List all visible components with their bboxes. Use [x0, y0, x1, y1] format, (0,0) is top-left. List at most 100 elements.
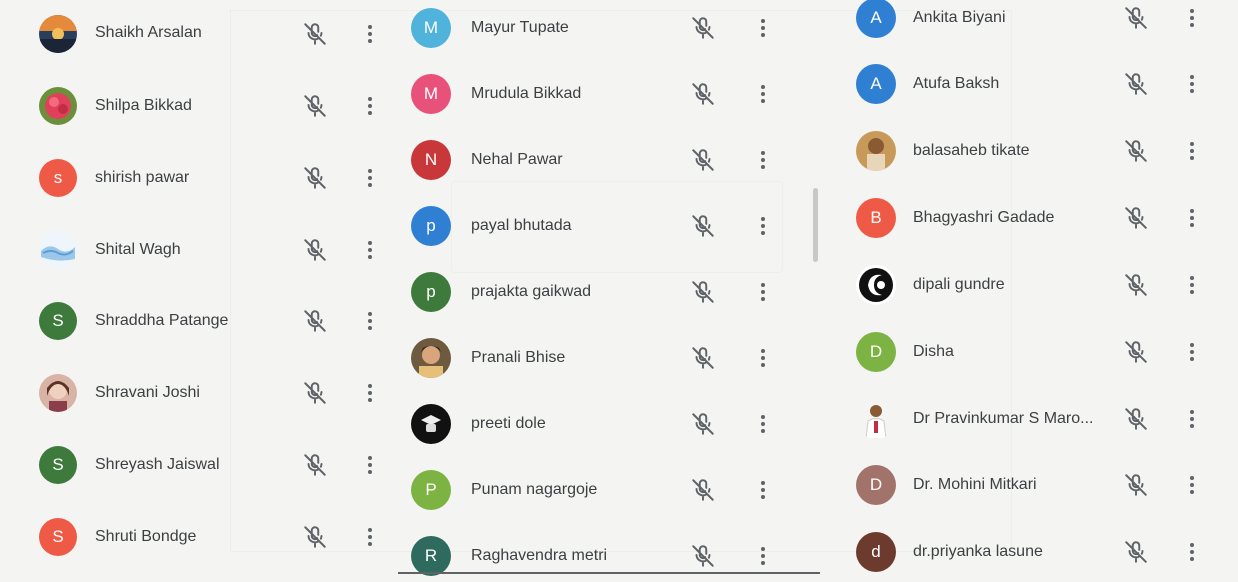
more-options-icon[interactable]	[757, 214, 769, 238]
participant-row[interactable]: Shravani Joshi	[0, 367, 395, 419]
participant-row[interactable]: d dr.priyanka lasune	[845, 526, 1238, 578]
participant-row[interactable]: Dr Pravinkumar S Maro...	[845, 393, 1238, 445]
participant-name: Shital Wagh	[95, 241, 181, 258]
mic-off-icon[interactable]	[302, 21, 328, 47]
participant-name: Shreyash Jaiswal	[95, 456, 220, 473]
participant-row[interactable]: P Punam nagargoje	[400, 464, 820, 516]
more-options-icon[interactable]	[757, 82, 769, 106]
mic-off-icon[interactable]	[1123, 339, 1149, 365]
participant-row[interactable]: S Shraddha Patange	[0, 295, 395, 347]
participant-row[interactable]: M Mayur Tupate	[400, 2, 820, 54]
mic-off-icon[interactable]	[1123, 71, 1149, 97]
more-options-icon[interactable]	[364, 525, 376, 549]
more-options-icon[interactable]	[364, 238, 376, 262]
participant-row[interactable]: D Dr. Mohini Mitkari	[845, 459, 1238, 511]
more-options-icon[interactable]	[757, 346, 769, 370]
mic-off-icon[interactable]	[690, 81, 716, 107]
participant-row[interactable]: A Atufa Baksh	[845, 58, 1238, 110]
avatar: M	[411, 74, 451, 114]
more-options-icon[interactable]	[1186, 206, 1198, 230]
more-options-icon[interactable]	[757, 478, 769, 502]
more-options-icon[interactable]	[1186, 407, 1198, 431]
participant-row[interactable]: preeti dole	[400, 398, 820, 450]
more-options-icon[interactable]	[1186, 72, 1198, 96]
participant-row[interactable]: Shital Wagh	[0, 224, 395, 276]
more-options-icon[interactable]	[1186, 6, 1198, 30]
mic-off-icon[interactable]	[1123, 138, 1149, 164]
avatar: M	[411, 8, 451, 48]
avatar: S	[39, 518, 77, 556]
more-options-icon[interactable]	[1186, 340, 1198, 364]
participant-row[interactable]: balasaheb tikate	[845, 125, 1238, 177]
participant-name: Ankita Biyani	[913, 9, 1006, 26]
mic-off-icon[interactable]	[690, 543, 716, 569]
mic-off-icon[interactable]	[302, 380, 328, 406]
mic-off-icon[interactable]	[1123, 472, 1149, 498]
participant-row[interactable]: S Shreyash Jaiswal	[0, 439, 395, 491]
mic-off-icon[interactable]	[1123, 5, 1149, 31]
participant-row[interactable]: R Raghavendra metri	[400, 530, 820, 582]
participant-row[interactable]: M Mrudula Bikkad	[400, 68, 820, 120]
participant-name: Shraddha Patange	[95, 312, 229, 329]
participant-row[interactable]: S Shruti Bondge	[0, 511, 395, 563]
more-options-icon[interactable]	[364, 22, 376, 46]
mic-off-icon[interactable]	[690, 15, 716, 41]
mic-off-icon[interactable]	[302, 308, 328, 334]
mic-off-icon[interactable]	[690, 345, 716, 371]
avatar: D	[856, 332, 896, 372]
mic-off-icon[interactable]	[302, 524, 328, 550]
more-options-icon[interactable]	[364, 309, 376, 333]
mic-off-icon[interactable]	[302, 237, 328, 263]
participant-name: Disha	[913, 343, 954, 360]
participant-name: balasaheb tikate	[913, 142, 1030, 159]
participant-row[interactable]: p prajakta gaikwad	[400, 266, 820, 318]
avatar	[856, 265, 896, 305]
avatar: D	[856, 465, 896, 505]
mic-off-icon[interactable]	[1123, 539, 1149, 565]
more-options-icon[interactable]	[364, 166, 376, 190]
participant-row[interactable]: Pranali Bhise	[400, 332, 820, 384]
more-options-icon[interactable]	[1186, 473, 1198, 497]
participant-name: Mayur Tupate	[471, 19, 569, 36]
avatar	[856, 131, 896, 171]
avatar: S	[39, 302, 77, 340]
mic-off-icon[interactable]	[302, 93, 328, 119]
more-options-icon[interactable]	[1186, 273, 1198, 297]
more-options-icon[interactable]	[364, 94, 376, 118]
participant-row[interactable]: B Bhagyashri Gadade	[845, 192, 1238, 244]
more-options-icon[interactable]	[364, 381, 376, 405]
more-options-icon[interactable]	[757, 544, 769, 568]
participant-row[interactable]: D Disha	[845, 326, 1238, 378]
more-options-icon[interactable]	[1186, 139, 1198, 163]
more-options-icon[interactable]	[757, 412, 769, 436]
mic-off-icon[interactable]	[1123, 406, 1149, 432]
mic-off-icon[interactable]	[302, 452, 328, 478]
scrollbar-thumb[interactable]	[813, 188, 818, 262]
mic-off-icon[interactable]	[690, 213, 716, 239]
participant-row[interactable]: Shilpa Bikkad	[0, 80, 395, 132]
avatar	[411, 404, 451, 444]
mic-off-icon[interactable]	[1123, 272, 1149, 298]
participant-row[interactable]: s shirish pawar	[0, 152, 395, 204]
participant-row[interactable]: N Nehal Pawar	[400, 134, 820, 186]
more-options-icon[interactable]	[757, 280, 769, 304]
mic-off-icon[interactable]	[690, 477, 716, 503]
mic-off-icon[interactable]	[690, 147, 716, 173]
avatar	[39, 231, 77, 269]
avatar: N	[411, 140, 451, 180]
more-options-icon[interactable]	[1186, 540, 1198, 564]
mic-off-icon[interactable]	[690, 411, 716, 437]
participant-row[interactable]: A Ankita Biyani	[845, 0, 1238, 44]
participant-row[interactable]: dipali gundre	[845, 259, 1238, 311]
participant-row[interactable]: Shaikh Arsalan	[0, 8, 395, 60]
mic-off-icon[interactable]	[302, 165, 328, 191]
avatar	[411, 338, 451, 378]
more-options-icon[interactable]	[364, 453, 376, 477]
avatar	[39, 374, 77, 412]
more-options-icon[interactable]	[757, 16, 769, 40]
more-options-icon[interactable]	[757, 148, 769, 172]
participant-row[interactable]: p payal bhutada	[400, 200, 820, 252]
participant-name: Shilpa Bikkad	[95, 97, 192, 114]
mic-off-icon[interactable]	[1123, 205, 1149, 231]
mic-off-icon[interactable]	[690, 279, 716, 305]
